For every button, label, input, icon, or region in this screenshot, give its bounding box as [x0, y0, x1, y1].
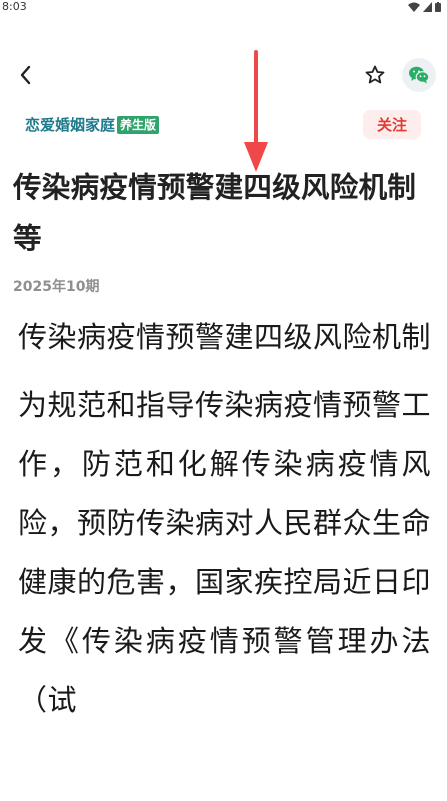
- nav-bar: [0, 55, 447, 95]
- status-time: 8:03: [2, 0, 27, 13]
- follow-button[interactable]: 关注: [363, 110, 421, 139]
- status-bar: 8:03: [0, 0, 447, 16]
- status-icons: [408, 2, 441, 12]
- body-heading: 传染病疫情预警建四级风险机制: [18, 320, 432, 354]
- article-body: 传染病疫情预警建四级风险机制 为规范和指导传染病疫情预警工作，防范和化解传染病疫…: [18, 309, 431, 730]
- body-paragraph: 为规范和指导传染病疫情预警工作，防范和化解传染病疫情风险，预防传染病对人民群众生…: [18, 388, 432, 717]
- back-button[interactable]: [14, 63, 38, 87]
- magazine-logo-title: 恋爱婚姻家庭: [25, 116, 116, 134]
- wifi-icon: [408, 2, 420, 12]
- magazine-logo[interactable]: 恋爱婚姻家庭 养生版: [25, 114, 160, 135]
- chevron-left-icon: [20, 65, 31, 85]
- favorite-button[interactable]: [363, 63, 387, 87]
- star-outline-icon: [365, 65, 385, 84]
- wechat-icon: [409, 66, 430, 84]
- battery-icon: [435, 2, 441, 12]
- issue-label: 2025年10期: [13, 279, 100, 295]
- signal-icon: [423, 2, 432, 12]
- magazine-logo-edition: 养生版: [117, 115, 160, 134]
- article-title: 传染病疫情预警建四级风险机制 等: [13, 171, 417, 255]
- share-wechat-button[interactable]: [402, 58, 436, 92]
